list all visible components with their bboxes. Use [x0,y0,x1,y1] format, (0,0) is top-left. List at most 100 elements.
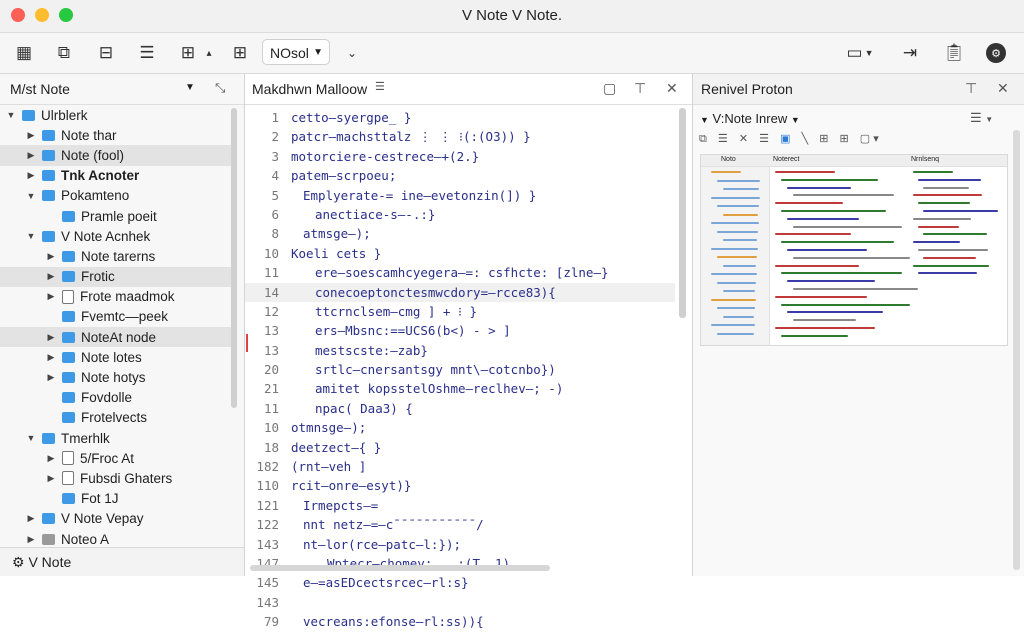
chevron-right-icon[interactable]: ▶ [26,170,36,181]
view-select[interactable]: NOsol ▼ [262,39,330,65]
strike-icon[interactable]: ✕ [739,133,748,145]
editor-hscrollbar[interactable] [250,565,550,571]
gear-icon[interactable]: ⚙ [12,554,25,570]
sidebar-item[interactable]: ▶ Note thar [0,125,232,145]
chevron-down-icon[interactable]: ▼ [26,231,36,241]
menu-icon[interactable]: ☰ [375,80,385,93]
mini-text-line [793,319,856,322]
chevron-right-icon[interactable]: ▶ [46,291,56,302]
line-text: nnt netz—=—c¯¯¯¯¯¯¯¯¯¯¯/ [303,517,484,533]
settings-icon[interactable]: ⚙ [986,43,1006,63]
chevron-down-icon[interactable]: ▼ [185,82,195,93]
sidebar-item[interactable]: ▼ V Note Acnhek [0,226,232,246]
up-arrow-icon[interactable]: ▴ [202,41,216,65]
code-line: 4 patem—scrpoeu; [245,166,675,185]
sidebar-item[interactable]: ▶ NoteAt node [0,327,232,348]
new-folder-icon[interactable]: ⧉ [52,41,76,65]
pin-icon[interactable]: ⊤ [634,80,646,97]
chevron-right-icon[interactable]: ▶ [46,251,56,262]
save-icon[interactable]: ⊞ [176,41,200,65]
sidebar-item[interactable]: ▼ Pokamteno [0,186,232,206]
chevron-right-icon[interactable]: ▶ [26,150,36,161]
sidebar-item[interactable]: ▼ Ulrblerk [0,105,232,125]
sidebar-item[interactable]: Pramle poeit [0,206,232,226]
collapse-icon[interactable]: ⤡ [215,80,225,96]
line-number: 3 [271,148,279,164]
sidebar-item[interactable]: Frotelvects [0,408,232,428]
format-icon[interactable]: ☰ [759,133,769,145]
mini-text-line [918,225,959,228]
sidebar-item[interactable]: ▶ Frotic [0,266,232,287]
image-icon[interactable]: ╲ [802,133,809,145]
code-line: 122 nnt netz—=—c¯¯¯¯¯¯¯¯¯¯¯/ [245,515,675,534]
sidebar-item[interactable]: Fot 1J [0,489,232,509]
sidebar-item[interactable]: ▶ V Note Vepay [0,509,232,529]
line-text: (rnt—veh ] [291,459,367,475]
chevron-right-icon[interactable]: ▶ [26,513,36,524]
chevron-down-icon[interactable]: ▼ [791,115,800,125]
chevron-down-icon[interactable]: ▼ [26,191,36,201]
code-line: 11 npac( Daa3) { [245,399,675,418]
bold-icon[interactable]: ☰ [718,133,728,145]
grid-icon[interactable]: ⊞ [228,41,252,65]
clipboard-icon[interactable]: 📋︎ [942,41,966,65]
line-number: 12 [263,303,279,319]
sidebar-item[interactable]: Fovdolle [0,388,232,408]
editor-pane: Makdhwn Malloow ☰ ▢ ⊤ ✕ 1 cetto—syergpe_ … [245,74,693,629]
chevron-down-icon[interactable]: ⌄ [340,41,364,65]
mini-tree-line [717,332,754,335]
sidebar-item[interactable]: ▶ Note (fool) [0,145,232,166]
editor-scrollbar[interactable] [679,108,686,318]
sidebar-item[interactable]: ▶ Frote maadmok [0,287,232,307]
import-icon[interactable]: ⊟ [94,41,118,65]
mini-text-line [918,249,988,251]
table-icon[interactable]: ⊞ [819,133,828,145]
line-number: 145 [256,575,279,591]
folder-icon [62,351,75,363]
close-icon[interactable]: ✕ [666,80,678,97]
pin-icon[interactable]: ⊤ [965,80,977,97]
chevron-right-icon[interactable]: ▶ [46,372,56,383]
mini-text-line [913,171,953,173]
sidebar-item[interactable]: ▶ 5/Froc At [0,448,232,468]
mini-text-line [913,264,989,267]
chevron-down-icon[interactable]: ▼ [6,110,16,120]
sidebar-item[interactable]: ▶ Tnk Acnoter [0,166,232,186]
menu-icon[interactable]: ☰ ▼ [970,110,993,126]
document-icon [62,289,74,304]
code-area[interactable]: 1 cetto—syergpe_ } 2 patcr—machsttalz ⋮ ⋮ ⁝… [245,108,675,632]
chevron-right-icon[interactable]: ▶ [26,534,36,545]
chevron-down-icon[interactable]: ▼ [700,115,709,125]
frame-icon[interactable]: ▢ ▾ [860,133,879,145]
chevron-right-icon[interactable]: ▶ [46,332,56,343]
chevron-right-icon[interactable]: ▶ [46,453,56,464]
chevron-right-icon[interactable]: ▶ [26,130,36,141]
chevron-right-icon[interactable]: ▶ [46,271,56,282]
line-text: Koeli cets } [291,245,382,261]
new-note-icon[interactable]: ▦ [12,41,36,65]
list-icon[interactable]: ☰ [135,41,159,65]
sidebar-scrollbar[interactable] [231,108,237,408]
export-icon[interactable]: ⇥ [898,41,922,65]
code-icon[interactable]: ⊞ [840,133,849,145]
line-number: 121 [256,497,279,513]
sidebar-item[interactable]: ▶ Note lotes [0,347,232,367]
chevron-right-icon[interactable]: ▶ [46,352,56,363]
preview-scrollbar[interactable] [1013,130,1020,570]
split-icon[interactable]: ▢ [603,80,616,97]
sidebar-item[interactable]: ▶ Note hotys [0,367,232,387]
mini-tree-line [717,179,760,182]
sidebar-item[interactable]: ▶ Note tarerns [0,246,232,266]
sidebar-item[interactable]: ▶ Fubsdi Ghaters [0,468,232,488]
sidebar-item[interactable]: ▼ Tmerhlk [0,428,232,448]
chevron-down-icon[interactable]: ▼ [26,433,36,443]
close-icon[interactable]: ✕ [997,80,1009,97]
folder-icon [62,271,75,283]
sidebar-item[interactable]: Fvemtc—peek [0,307,232,327]
line-text: rcit—onre—esyt)} [291,478,412,494]
chevron-right-icon[interactable]: ▶ [46,473,56,484]
folder-icon [42,190,55,202]
link-icon[interactable]: ▣ [780,133,790,145]
copy-icon[interactable]: ⧉ [699,133,707,145]
layout-icon[interactable]: ▭ ▼ [840,41,880,65]
